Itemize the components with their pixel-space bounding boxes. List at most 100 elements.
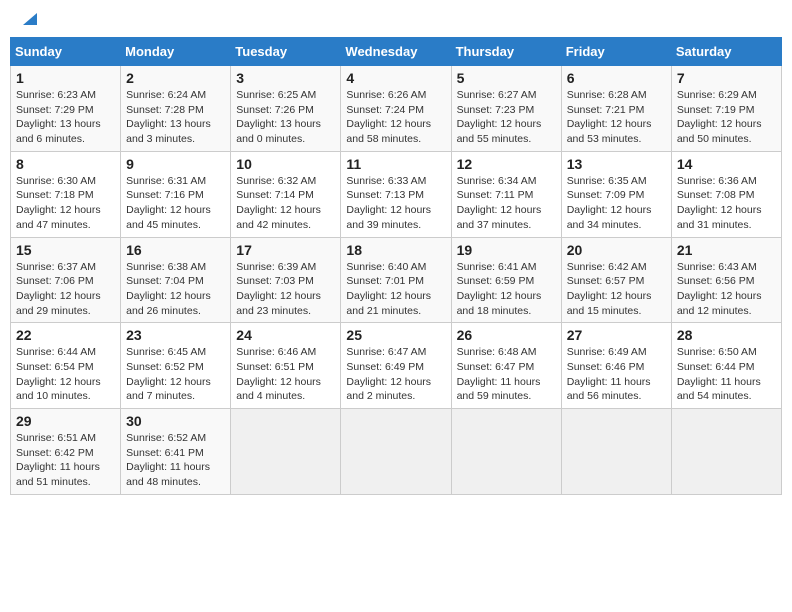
calendar-day-cell: 10 Sunrise: 6:32 AMSunset: 7:14 PMDayligh… [231, 151, 341, 237]
day-detail: Sunrise: 6:34 AMSunset: 7:11 PMDaylight:… [457, 174, 556, 233]
day-detail: Sunrise: 6:44 AMSunset: 6:54 PMDaylight:… [16, 345, 115, 404]
calendar-day-cell: 18Sunrise: 6:40 AMSunset: 7:01 PMDayligh… [341, 237, 451, 323]
calendar-table: SundayMondayTuesdayWednesdayThursdayFrid… [10, 37, 782, 495]
day-number: 19 [457, 242, 556, 258]
day-number: 27 [567, 327, 666, 343]
day-number: 21 [677, 242, 776, 258]
calendar-day-cell [561, 409, 671, 495]
calendar-day-cell: 14 Sunrise: 6:36 AMSunset: 7:08 PMDayligh… [671, 151, 781, 237]
day-detail: Sunrise: 6:42 AMSunset: 6:57 PMDaylight:… [567, 260, 666, 319]
day-detail: Sunrise: 6:36 AMSunset: 7:08 PMDaylight:… [677, 174, 776, 233]
day-detail: Sunrise: 6:31 AMSunset: 7:16 PMDaylight:… [126, 174, 225, 233]
calendar-day-cell: 15 Sunrise: 6:37 AMSunset: 7:06 PMDayligh… [11, 237, 121, 323]
day-detail: Sunrise: 6:29 AMSunset: 7:19 PMDaylight:… [677, 88, 776, 147]
calendar-day-cell: 13Sunrise: 6:35 AMSunset: 7:09 PMDayligh… [561, 151, 671, 237]
calendar-day-cell: 22 Sunrise: 6:44 AMSunset: 6:54 PMDayligh… [11, 323, 121, 409]
calendar-day-cell: 7 Sunrise: 6:29 AMSunset: 7:19 PMDaylight… [671, 66, 781, 152]
day-detail: Sunrise: 6:46 AMSunset: 6:51 PMDaylight:… [236, 345, 335, 404]
calendar-header-row: SundayMondayTuesdayWednesdayThursdayFrid… [11, 38, 782, 66]
calendar-day-cell [451, 409, 561, 495]
day-detail: Sunrise: 6:37 AMSunset: 7:06 PMDaylight:… [16, 260, 115, 319]
calendar-week-row: 29 Sunrise: 6:51 AMSunset: 6:42 PMDayligh… [11, 409, 782, 495]
day-number: 22 [16, 327, 115, 343]
day-number: 9 [126, 156, 225, 172]
day-number: 15 [16, 242, 115, 258]
day-number: 12 [457, 156, 556, 172]
day-detail: Sunrise: 6:45 AMSunset: 6:52 PMDaylight:… [126, 345, 225, 404]
day-detail: Sunrise: 6:30 AMSunset: 7:18 PMDaylight:… [16, 174, 115, 233]
day-number: 28 [677, 327, 776, 343]
calendar-day-cell [671, 409, 781, 495]
calendar-day-cell: 30 Sunrise: 6:52 AMSunset: 6:41 PMDayligh… [121, 409, 231, 495]
day-detail: Sunrise: 6:33 AMSunset: 7:13 PMDaylight:… [346, 174, 445, 233]
calendar-day-cell: 23 Sunrise: 6:45 AMSunset: 6:52 PMDayligh… [121, 323, 231, 409]
calendar-week-row: 8 Sunrise: 6:30 AMSunset: 7:18 PMDaylight… [11, 151, 782, 237]
calendar-day-cell: 26 Sunrise: 6:48 AMSunset: 6:47 PMDayligh… [451, 323, 561, 409]
calendar-day-cell: 28 Sunrise: 6:50 AMSunset: 6:44 PMDayligh… [671, 323, 781, 409]
day-detail: Sunrise: 6:23 AMSunset: 7:29 PMDaylight:… [16, 88, 115, 147]
day-number: 24 [236, 327, 335, 343]
day-number: 13 [567, 156, 666, 172]
day-detail: Sunrise: 6:40 AMSunset: 7:01 PMDaylight:… [346, 260, 445, 319]
calendar-day-cell: 4 Sunrise: 6:26 AMSunset: 7:24 PMDaylight… [341, 66, 451, 152]
day-detail: Sunrise: 6:49 AMSunset: 6:46 PMDaylight:… [567, 345, 666, 404]
calendar-day-cell [341, 409, 451, 495]
day-detail: Sunrise: 6:24 AMSunset: 7:28 PMDaylight:… [126, 88, 225, 147]
day-detail: Sunrise: 6:38 AMSunset: 7:04 PMDaylight:… [126, 260, 225, 319]
day-detail: Sunrise: 6:52 AMSunset: 6:41 PMDaylight:… [126, 431, 225, 490]
day-number: 7 [677, 70, 776, 86]
calendar-day-cell: 27 Sunrise: 6:49 AMSunset: 6:46 PMDayligh… [561, 323, 671, 409]
day-of-week-header: Monday [121, 38, 231, 66]
calendar-day-cell: 29 Sunrise: 6:51 AMSunset: 6:42 PMDayligh… [11, 409, 121, 495]
day-detail: Sunrise: 6:26 AMSunset: 7:24 PMDaylight:… [346, 88, 445, 147]
calendar-day-cell: 21 Sunrise: 6:43 AMSunset: 6:56 PMDayligh… [671, 237, 781, 323]
calendar-day-cell: 20 Sunrise: 6:42 AMSunset: 6:57 PMDayligh… [561, 237, 671, 323]
day-of-week-header: Friday [561, 38, 671, 66]
day-detail: Sunrise: 6:32 AMSunset: 7:14 PMDaylight:… [236, 174, 335, 233]
calendar-day-cell: 24 Sunrise: 6:46 AMSunset: 6:51 PMDayligh… [231, 323, 341, 409]
logo-icon [19, 7, 41, 29]
day-number: 23 [126, 327, 225, 343]
day-detail: Sunrise: 6:39 AMSunset: 7:03 PMDaylight:… [236, 260, 335, 319]
day-number: 11 [346, 156, 445, 172]
calendar-week-row: 22 Sunrise: 6:44 AMSunset: 6:54 PMDayligh… [11, 323, 782, 409]
calendar-day-cell: 2 Sunrise: 6:24 AMSunset: 7:28 PMDaylight… [121, 66, 231, 152]
day-number: 6 [567, 70, 666, 86]
calendar-day-cell [231, 409, 341, 495]
day-number: 2 [126, 70, 225, 86]
day-number: 29 [16, 413, 115, 429]
day-number: 1 [16, 70, 115, 86]
calendar-day-cell: 17 Sunrise: 6:39 AMSunset: 7:03 PMDayligh… [231, 237, 341, 323]
logo [15, 15, 41, 29]
day-number: 26 [457, 327, 556, 343]
day-number: 20 [567, 242, 666, 258]
calendar-day-cell: 9 Sunrise: 6:31 AMSunset: 7:16 PMDaylight… [121, 151, 231, 237]
day-detail: Sunrise: 6:50 AMSunset: 6:44 PMDaylight:… [677, 345, 776, 404]
day-detail: Sunrise: 6:25 AMSunset: 7:26 PMDaylight:… [236, 88, 335, 147]
calendar-week-row: 15 Sunrise: 6:37 AMSunset: 7:06 PMDayligh… [11, 237, 782, 323]
calendar-day-cell: 11 Sunrise: 6:33 AMSunset: 7:13 PMDayligh… [341, 151, 451, 237]
day-number: 30 [126, 413, 225, 429]
day-detail: Sunrise: 6:47 AMSunset: 6:49 PMDaylight:… [346, 345, 445, 404]
day-number: 8 [16, 156, 115, 172]
day-number: 5 [457, 70, 556, 86]
day-detail: Sunrise: 6:27 AMSunset: 7:23 PMDaylight:… [457, 88, 556, 147]
day-number: 25 [346, 327, 445, 343]
day-detail: Sunrise: 6:43 AMSunset: 6:56 PMDaylight:… [677, 260, 776, 319]
day-number: 4 [346, 70, 445, 86]
calendar-day-cell: 1 Sunrise: 6:23 AMSunset: 7:29 PMDaylight… [11, 66, 121, 152]
calendar-week-row: 1 Sunrise: 6:23 AMSunset: 7:29 PMDaylight… [11, 66, 782, 152]
day-number: 14 [677, 156, 776, 172]
day-number: 17 [236, 242, 335, 258]
calendar-day-cell: 3Sunrise: 6:25 AMSunset: 7:26 PMDaylight… [231, 66, 341, 152]
calendar-day-cell: 19Sunrise: 6:41 AMSunset: 6:59 PMDayligh… [451, 237, 561, 323]
calendar-day-cell: 25 Sunrise: 6:47 AMSunset: 6:49 PMDayligh… [341, 323, 451, 409]
day-number: 10 [236, 156, 335, 172]
day-detail: Sunrise: 6:48 AMSunset: 6:47 PMDaylight:… [457, 345, 556, 404]
page-header [10, 10, 782, 29]
day-of-week-header: Sunday [11, 38, 121, 66]
day-detail: Sunrise: 6:28 AMSunset: 7:21 PMDaylight:… [567, 88, 666, 147]
day-of-week-header: Thursday [451, 38, 561, 66]
day-detail: Sunrise: 6:51 AMSunset: 6:42 PMDaylight:… [16, 431, 115, 490]
calendar-day-cell: 6 Sunrise: 6:28 AMSunset: 7:21 PMDaylight… [561, 66, 671, 152]
